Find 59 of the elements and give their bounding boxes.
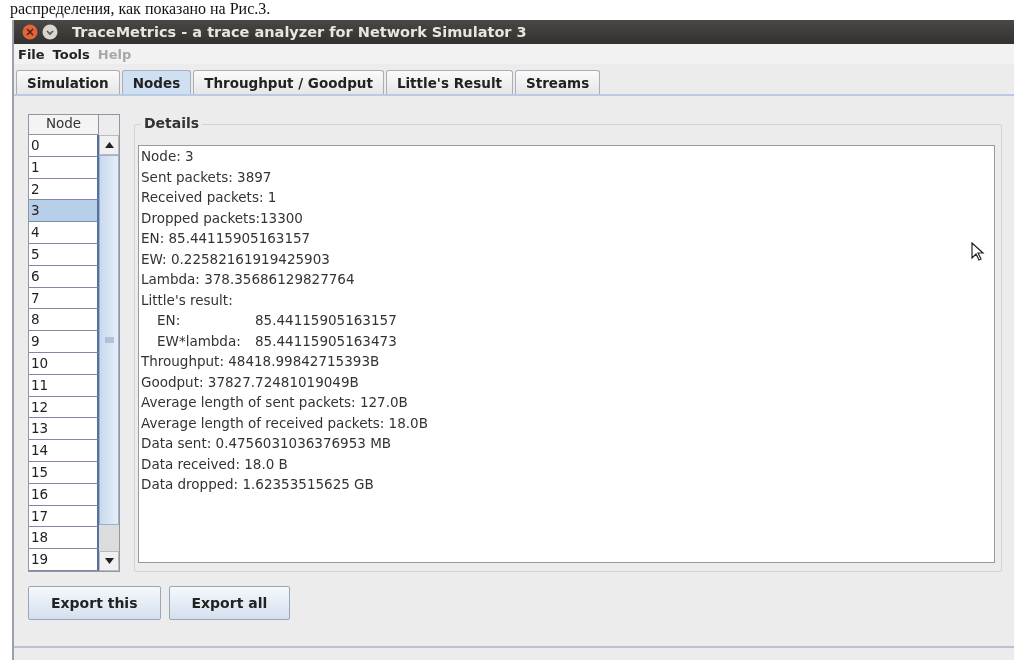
table-cell[interactable]: 6 — [29, 265, 99, 288]
document-text: распределения, как показано на Рис.3. — [9, 0, 272, 20]
detail-line: Data sent: 0.4756031036376953 MB — [141, 434, 392, 453]
table-cell[interactable]: 5 — [29, 244, 99, 266]
pointer-icon — [971, 242, 985, 262]
window-title: TraceMetrics - a trace analyzer for Network Simulator 3 — [72, 24, 527, 40]
detail-line: Received packets: 1 — [141, 188, 277, 207]
table-cell[interactable]: 4 — [29, 222, 99, 244]
tab[interactable]: Streams — [514, 70, 601, 94]
menu-item[interactable]: Tools — [52, 46, 90, 62]
detail-line: Goodput: 37827.72481019049B — [141, 372, 359, 392]
detail-line: EW: 0.22582161919425903 — [141, 249, 330, 269]
export-button[interactable]: Export this — [28, 586, 161, 620]
detail-line: Sent packets: 3897 — [141, 167, 272, 187]
detail-line: Dropped packets:13300 — [141, 208, 303, 228]
tab[interactable]: Nodes — [121, 70, 192, 94]
detail-line: Average length of received packets: 18.0B — [141, 413, 428, 433]
detail-line: Little's result: — [141, 290, 233, 310]
table-cell[interactable]: 0 — [29, 135, 99, 157]
table-cell[interactable]: 13 — [29, 418, 99, 441]
detail-value: 85.44115905163473 — [255, 331, 397, 351]
column-header[interactable]: Node — [29, 115, 99, 135]
detail-value: 85.44115905163157 — [255, 311, 397, 330]
down-arrow-icon[interactable] — [104, 558, 114, 564]
close-icon[interactable] — [22, 24, 38, 40]
menu-item[interactable]: File — [18, 46, 45, 62]
table-cell[interactable]: 19 — [29, 549, 99, 571]
table-cell[interactable]: 15 — [29, 461, 99, 484]
table-cell[interactable]: 14 — [29, 440, 99, 462]
table-cell[interactable]: 2 — [29, 178, 99, 201]
detail-line: Lambda: 378.35686129827764 — [141, 270, 355, 289]
group-title: Details — [141, 115, 203, 131]
table-cell[interactable]: 17 — [29, 505, 99, 528]
detail-line: Throughput: 48418.99842715393B — [141, 352, 380, 371]
detail-label: EN: — [157, 311, 182, 330]
table-cell[interactable]: 18 — [29, 527, 99, 550]
table-cell[interactable]: 8 — [29, 309, 99, 332]
up-arrow-icon[interactable] — [104, 142, 114, 148]
tab[interactable]: Little's Result — [385, 70, 513, 94]
table-cell[interactable]: 1 — [29, 156, 99, 179]
grip-icon[interactable] — [104, 337, 114, 343]
detail-line: EN: 85.44115905163157 — [141, 229, 311, 248]
detail-line: Average length of sent packets: 127.0B — [141, 393, 408, 412]
scrollbar[interactable] — [99, 135, 119, 571]
table-cell[interactable]: 12 — [29, 396, 99, 419]
detail-line: Data dropped: 1.62353515625 GB — [141, 475, 374, 494]
detail-label: EW*lambda: — [157, 331, 242, 351]
table-cell[interactable]: 11 — [29, 374, 99, 397]
detail-line: Data received: 18.0 B — [141, 454, 288, 474]
minimize-icon[interactable] — [42, 24, 58, 40]
table-cell[interactable]: 7 — [29, 287, 99, 310]
table-cell[interactable]: 16 — [29, 483, 99, 506]
tab[interactable]: Throughput / Goodput — [193, 70, 384, 94]
table-cell[interactable]: 10 — [29, 352, 99, 375]
detail-line: Node: 3 — [141, 147, 194, 166]
table-cell[interactable]: 9 — [29, 331, 99, 353]
tab[interactable]: Simulation — [16, 70, 120, 94]
export-button[interactable]: Export all — [168, 586, 291, 620]
table-cell[interactable]: 3 — [29, 200, 99, 223]
